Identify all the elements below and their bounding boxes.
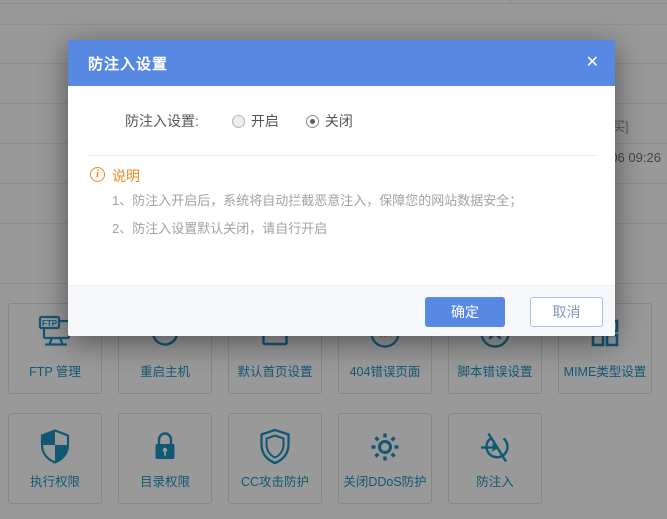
anti-injection-settings-dialog: 防注入设置 ✕ 防注入设置: 开启 关闭 i 说明 1、防注入开启后，系统将自动… bbox=[68, 40, 615, 336]
note-title: 说明 bbox=[112, 166, 140, 186]
close-icon[interactable]: ✕ bbox=[586, 52, 599, 74]
dialog-title: 防注入设置 bbox=[88, 53, 168, 74]
radio-option-on[interactable]: 开启 bbox=[232, 111, 279, 131]
radio-off-label: 关闭 bbox=[325, 111, 353, 131]
radio-on-label: 开启 bbox=[251, 111, 279, 131]
info-icon: i bbox=[90, 167, 105, 182]
radio-on-unchecked[interactable] bbox=[232, 115, 245, 128]
section-divider bbox=[87, 155, 596, 156]
note-line: 1、防注入开启后，系统将自动拦截恶意注入，保障您的网站数据安全； bbox=[112, 190, 522, 209]
setting-label: 防注入设置: bbox=[125, 111, 199, 131]
cancel-button[interactable]: 取消 bbox=[530, 297, 603, 327]
anti-injection-setting-row: 防注入设置: 开启 关闭 bbox=[125, 111, 353, 131]
confirm-button[interactable]: 确定 bbox=[425, 297, 505, 327]
radio-option-off[interactable]: 关闭 bbox=[306, 111, 353, 131]
radio-off-checked[interactable] bbox=[306, 115, 319, 128]
note-line: 2、防注入设置默认关闭，请自行开启 bbox=[112, 218, 327, 237]
dialog-footer: 确定 取消 bbox=[68, 285, 615, 336]
dialog-header: 防注入设置 ✕ bbox=[68, 40, 615, 86]
